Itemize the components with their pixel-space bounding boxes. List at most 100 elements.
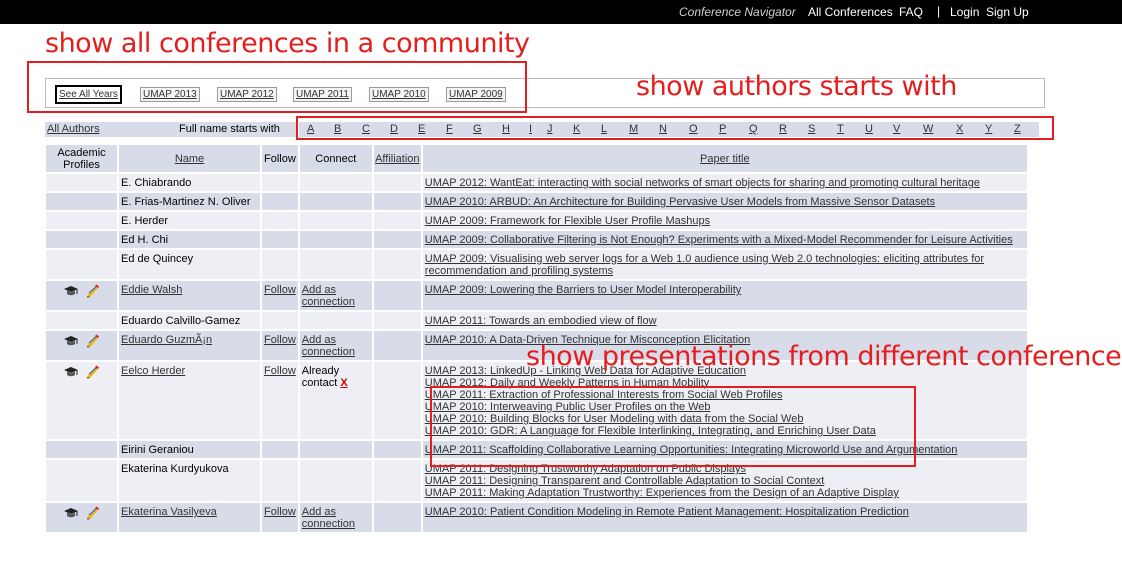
- letter-v[interactable]: V: [893, 123, 900, 135]
- letter-r[interactable]: R: [779, 123, 787, 135]
- letter-z[interactable]: Z: [1014, 123, 1021, 135]
- author-name[interactable]: Eddie Walsh: [121, 284, 182, 296]
- year-filter-2011[interactable]: UMAP 2011: [293, 87, 352, 102]
- name-cell: Eelco Herder: [119, 362, 260, 439]
- paper-link[interactable]: UMAP 2011: Designing Trustworthy Adaptat…: [425, 463, 1025, 475]
- pencil-icon[interactable]: [85, 365, 101, 379]
- profiles-cell: [46, 231, 117, 248]
- paper-link[interactable]: UMAP 2010: ARBUD: An Architecture for Bu…: [425, 196, 1025, 208]
- affiliation-cell: [373, 174, 421, 191]
- letter-j[interactable]: J: [547, 123, 553, 135]
- table-row: Ed H. Chi UMAP 2009: Collaborative Filter…: [46, 231, 1027, 248]
- paper-link[interactable]: UMAP 2010: Patient Condition Modeling in…: [425, 506, 1025, 518]
- pencil-icon[interactable]: [85, 334, 101, 348]
- follow-cell: [262, 174, 298, 191]
- paper-link[interactable]: UMAP 2009: Visualising web server logs f…: [425, 253, 1025, 277]
- follow-link[interactable]: Follow: [264, 506, 296, 518]
- letter-b[interactable]: B: [334, 123, 341, 135]
- letter-w[interactable]: W: [923, 123, 933, 135]
- letter-h[interactable]: H: [502, 123, 510, 135]
- login-link[interactable]: Login: [950, 5, 979, 19]
- letter-l[interactable]: L: [601, 123, 607, 135]
- letter-y[interactable]: Y: [985, 123, 992, 135]
- year-filter-2013[interactable]: UMAP 2013: [140, 87, 200, 102]
- paper-link[interactable]: UMAP 2011: Making Adaptation Trustworthy…: [425, 487, 1025, 499]
- paper-link[interactable]: UMAP 2012: WantEat: interacting with soc…: [425, 177, 1025, 189]
- letter-list: A B C D E F G H I J K L M N O P Q R S T U V W X Y Z: [299, 122, 1039, 137]
- add-connection-link[interactable]: Add as connection: [302, 334, 355, 358]
- letter-d[interactable]: D: [390, 123, 398, 135]
- author-name[interactable]: Eduardo GuzmÃ¡n: [121, 334, 212, 346]
- author-name: E. Herder: [121, 215, 169, 227]
- add-connection-link[interactable]: Add as connection: [302, 284, 355, 308]
- letter-i[interactable]: I: [529, 123, 532, 135]
- year-filter-2010[interactable]: UMAP 2010: [369, 87, 429, 102]
- academic-cap-icon[interactable]: [63, 506, 79, 520]
- fullname-starts-label: Full name starts with: [157, 122, 297, 137]
- name-cell: Ekaterina Kurdyukova: [119, 460, 260, 501]
- paper-cell: UMAP 2013: LinkedUp - Linking Web Data f…: [422, 362, 1027, 439]
- year-filter-all[interactable]: See All Years: [55, 85, 122, 104]
- letter-g[interactable]: G: [473, 123, 482, 135]
- annotation-presentations: show presentations from different confer…: [526, 341, 1122, 372]
- paper-link[interactable]: UMAP 2011: Designing Transparent and Con…: [425, 475, 1025, 487]
- paper-link[interactable]: UMAP 2010: GDR: A Language for Flexible …: [425, 425, 1025, 437]
- author-name[interactable]: Eelco Herder: [121, 365, 185, 377]
- letter-s[interactable]: S: [808, 123, 815, 135]
- pencil-icon[interactable]: [85, 506, 101, 520]
- all-conferences-link[interactable]: All Conferences: [808, 5, 893, 19]
- name-cell: Ed H. Chi: [119, 231, 260, 248]
- paper-link[interactable]: UMAP 2009: Framework for Flexible User P…: [425, 215, 1025, 227]
- col-header-profiles: Academic Profiles: [46, 145, 117, 172]
- col-header-affiliation[interactable]: Affiliation: [375, 153, 419, 165]
- pencil-icon[interactable]: [85, 284, 101, 298]
- paper-link[interactable]: UMAP 2010: Building Blocks for User Mode…: [425, 413, 1025, 425]
- paper-link[interactable]: UMAP 2011: Scaffolding Collaborative Lea…: [425, 444, 1025, 456]
- follow-link[interactable]: Follow: [264, 365, 296, 377]
- affiliation-cell: [373, 312, 421, 329]
- paper-link[interactable]: UMAP 2011: Extraction of Professional In…: [425, 389, 1025, 401]
- profiles-cell: [46, 212, 117, 229]
- letter-n[interactable]: N: [659, 123, 667, 135]
- year-filter-2009[interactable]: UMAP 2009: [446, 87, 506, 102]
- paper-link[interactable]: UMAP 2009: Collaborative Filtering is No…: [425, 234, 1025, 246]
- paper-link[interactable]: UMAP 2010: Interweaving Public User Prof…: [425, 401, 1025, 413]
- add-connection-link[interactable]: Add as connection: [302, 506, 355, 530]
- letter-x[interactable]: X: [956, 123, 963, 135]
- annotation-authors: show authors starts with: [636, 71, 957, 102]
- letter-a[interactable]: A: [307, 123, 314, 135]
- faq-link[interactable]: FAQ: [899, 5, 923, 19]
- follow-link[interactable]: Follow: [264, 284, 296, 296]
- year-filter-2012[interactable]: UMAP 2012: [217, 87, 277, 102]
- paper-link[interactable]: UMAP 2012: Daily and Weekly Patterns in …: [425, 377, 1025, 389]
- letter-q[interactable]: Q: [749, 123, 758, 135]
- academic-cap-icon[interactable]: [63, 365, 79, 379]
- letter-t[interactable]: T: [837, 123, 844, 135]
- col-header-paper[interactable]: Paper title: [700, 153, 750, 165]
- letter-e[interactable]: E: [418, 123, 425, 135]
- follow-link[interactable]: Follow: [264, 334, 296, 346]
- letter-m[interactable]: M: [629, 123, 638, 135]
- author-name[interactable]: Ekaterina Vasilyeva: [121, 506, 217, 518]
- paper-link[interactable]: UMAP 2011: Towards an embodied view of f…: [425, 315, 1025, 327]
- connect-cell: Add as connection: [299, 503, 372, 532]
- profiles-cell: [46, 174, 117, 191]
- connect-cell: [299, 174, 372, 191]
- col-header-name[interactable]: Name: [175, 153, 204, 165]
- letter-k[interactable]: K: [573, 123, 580, 135]
- paper-link[interactable]: UMAP 2009: Lowering the Barriers to User…: [425, 284, 1025, 296]
- author-name: Eirini Geraniou: [121, 444, 194, 456]
- remove-contact-icon[interactable]: X: [340, 377, 347, 389]
- letter-p[interactable]: P: [719, 123, 726, 135]
- connect-cell: [299, 441, 372, 458]
- academic-cap-icon[interactable]: [63, 284, 79, 298]
- all-authors-link[interactable]: All Authors: [45, 122, 157, 137]
- academic-cap-icon[interactable]: [63, 334, 79, 348]
- signup-link[interactable]: Sign Up: [986, 5, 1029, 19]
- letter-c[interactable]: C: [362, 123, 370, 135]
- letter-o[interactable]: O: [689, 123, 698, 135]
- follow-cell: [262, 460, 298, 501]
- letter-u[interactable]: U: [865, 123, 873, 135]
- letter-f[interactable]: F: [446, 123, 453, 135]
- table-row: Ed de Quincey UMAP 2009: Visualising web …: [46, 250, 1027, 279]
